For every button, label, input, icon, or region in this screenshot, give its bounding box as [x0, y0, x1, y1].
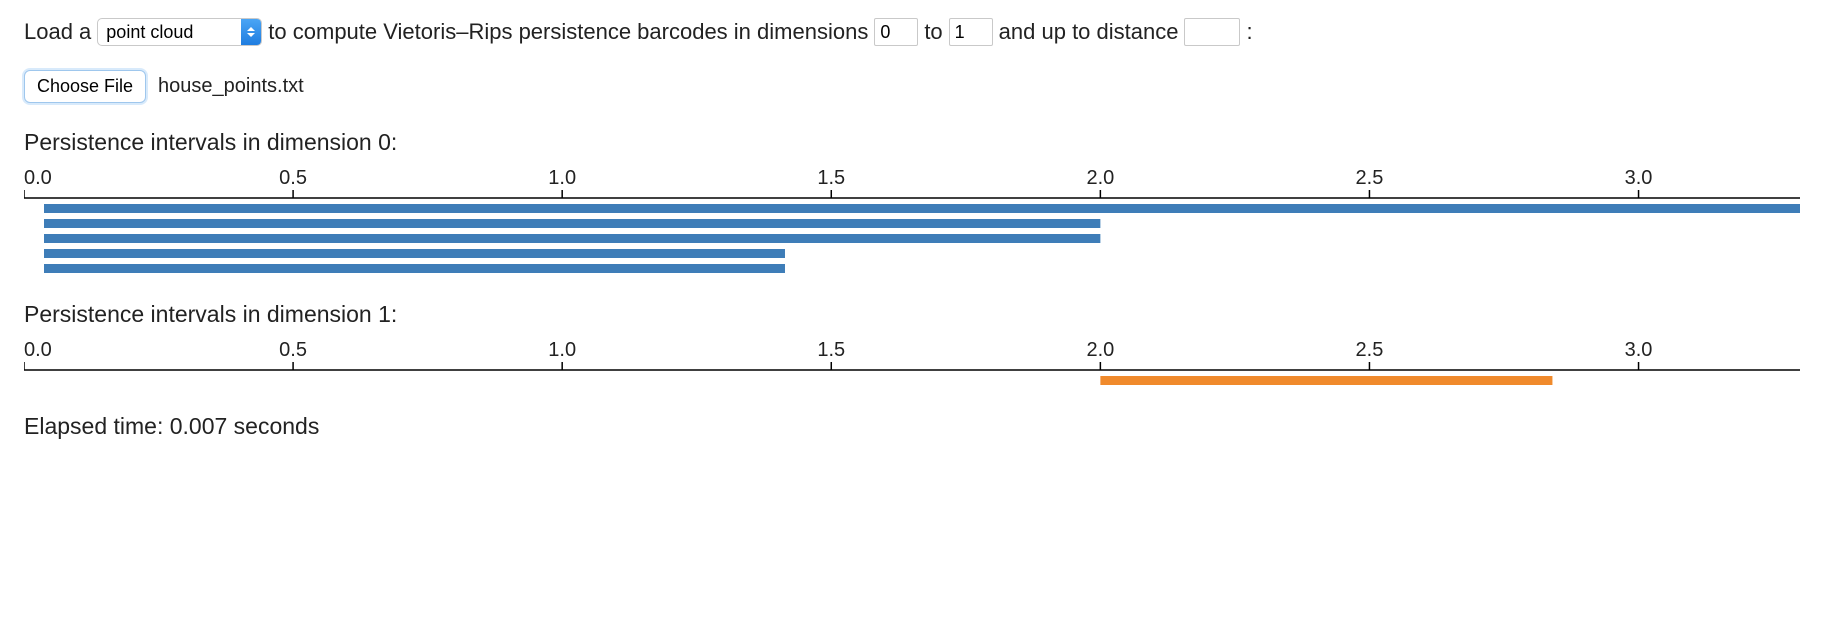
- barcode-chart-wrap: 0.0 0.5 1.0 1.5 2.0 2.5 3.0: [24, 340, 1800, 395]
- axis-tick-label: 2.0: [1086, 340, 1114, 361]
- axis-tick-label: 2.0: [1086, 168, 1114, 189]
- label-colon: :: [1246, 19, 1252, 45]
- barcode-interval: [1100, 376, 1552, 385]
- axis-tick-label: 1.5: [817, 168, 845, 189]
- axis-tick-label: 0.0: [24, 168, 52, 189]
- dim-to-input[interactable]: [949, 18, 993, 46]
- axis-tick-label: 1.5: [817, 340, 845, 361]
- barcode-chart-wrap: 0.0 0.5 1.0 1.5 2.0 2.5 3.0: [24, 168, 1800, 283]
- elapsed-time: Elapsed time: 0.007 seconds: [24, 413, 1800, 440]
- axis-tick-label: 0.5: [279, 168, 307, 189]
- chosen-filename: house_points.txt: [158, 75, 304, 98]
- axis-tick-label: 2.5: [1356, 168, 1384, 189]
- axis-tick-label: 3.0: [1625, 340, 1653, 361]
- barcode-container: Persistence intervals in dimension 0: 0.0…: [24, 129, 1800, 395]
- dim-from-input[interactable]: [874, 18, 918, 46]
- barcode-chart: 0.0 0.5 1.0 1.5 2.0 2.5 3.0: [24, 340, 1800, 395]
- axis-tick-label: 0.5: [279, 340, 307, 361]
- axis-tick-label: 3.0: [1625, 168, 1653, 189]
- input-type-select[interactable]: point cloud: [97, 18, 262, 46]
- distance-input[interactable]: [1184, 18, 1240, 46]
- barcode-interval: [44, 234, 1100, 243]
- controls-row: Load a point cloud to compute Vietoris–R…: [24, 18, 1800, 46]
- label-load-a: Load a: [24, 19, 91, 45]
- barcode-chart: 0.0 0.5 1.0 1.5 2.0 2.5 3.0: [24, 168, 1800, 283]
- barcode-section-title: Persistence intervals in dimension 0:: [24, 129, 1800, 156]
- barcode-section-title: Persistence intervals in dimension 1:: [24, 301, 1800, 328]
- label-to: to: [924, 19, 942, 45]
- barcode-interval: [44, 204, 1800, 213]
- label-upto: and up to distance: [999, 19, 1179, 45]
- barcode-interval: [44, 249, 785, 258]
- choose-file-button[interactable]: Choose File: [24, 70, 146, 103]
- axis-tick-label: 1.0: [548, 168, 576, 189]
- file-row: Choose File house_points.txt: [24, 70, 1800, 103]
- axis-tick-label: 2.5: [1356, 340, 1384, 361]
- barcode-interval: [44, 219, 1100, 228]
- barcode-interval: [44, 264, 785, 273]
- axis-tick-label: 1.0: [548, 340, 576, 361]
- input-type-select-wrap[interactable]: point cloud: [97, 18, 262, 46]
- axis-tick-label: 0.0: [24, 340, 52, 361]
- label-compute: to compute Vietoris–Rips persistence bar…: [268, 19, 868, 45]
